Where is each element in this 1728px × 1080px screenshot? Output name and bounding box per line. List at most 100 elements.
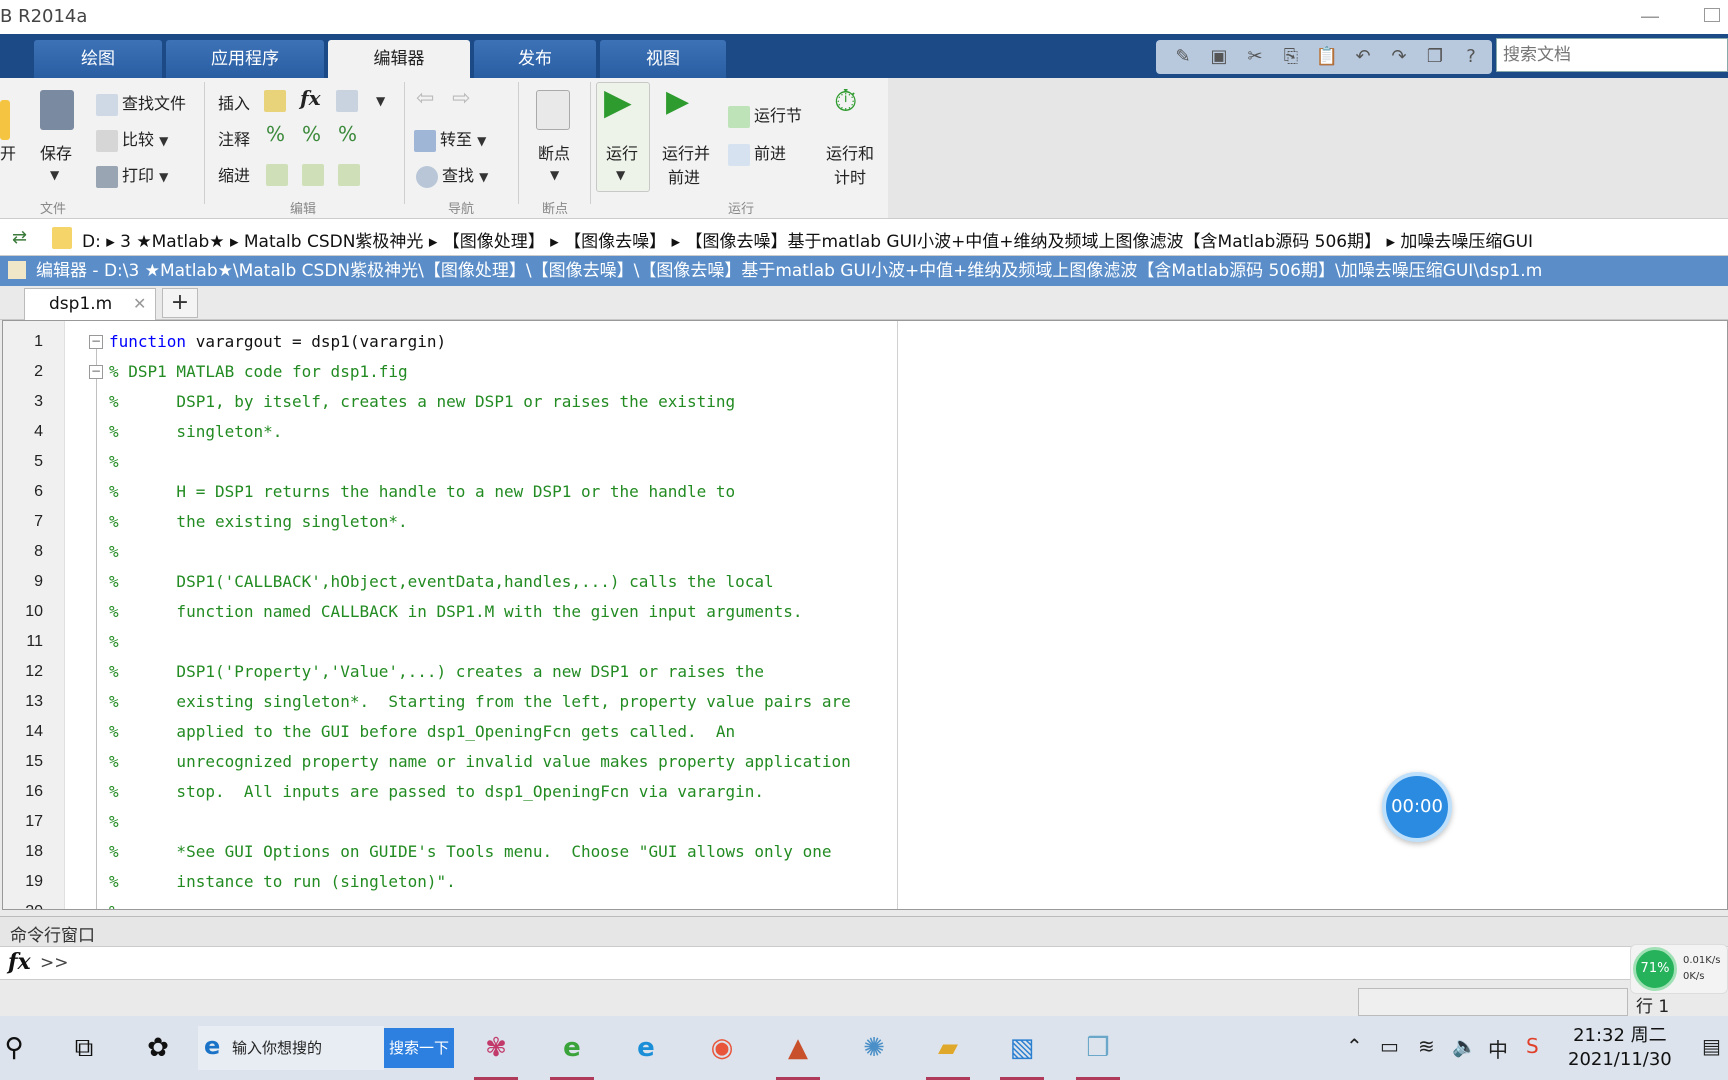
line-number[interactable]: 16 [3,777,43,807]
undo-icon[interactable]: ↶ [1350,44,1376,70]
battery-icon[interactable]: ▭ [1380,1034,1399,1058]
open-icon[interactable] [0,100,10,140]
insert-button[interactable]: 插入 [218,90,250,114]
code-line[interactable]: 4 % singleton*. [3,417,1727,447]
line-number[interactable]: 15 [3,747,43,777]
line-number[interactable]: 1 [3,327,43,357]
comment-percent-icon[interactable]: % [266,122,285,146]
code-line[interactable]: 17% [3,807,1727,837]
close-icon[interactable]: ✕ [133,294,146,313]
run-and-advance-button-line2[interactable]: 前进 [668,164,700,188]
clock[interactable]: 21:32 周二 2021/11/30 [1568,1024,1672,1072]
line-number[interactable]: 10 [3,597,43,627]
line-number[interactable]: 5 [3,447,43,477]
line-number[interactable]: 19 [3,867,43,897]
breakpoints-icon[interactable] [536,90,570,130]
minimize-button[interactable]: — [1640,4,1660,30]
code-editor[interactable]: 1 − function varargout = dsp1(varargin) 2 −%… [2,320,1728,910]
fx-icon[interactable]: fx [8,949,31,975]
switch-window-icon[interactable]: ❐ [1422,44,1448,70]
search-icon[interactable]: ⚲ [0,1028,34,1068]
uncomment-icon[interactable]: % [302,122,321,146]
tab-apps[interactable]: 应用程序 [166,40,324,78]
code-line[interactable]: 1 − function varargout = dsp1(varargin) [3,327,1727,357]
comment-button[interactable]: 注释 [218,126,250,150]
fx-icon[interactable]: fx [300,86,321,110]
help-icon[interactable]: ? [1458,44,1484,70]
network-monitor[interactable]: 71% 0.01K/s 0K/s [1630,944,1728,994]
maximize-button[interactable] [1704,8,1720,22]
code-line[interactable]: 15 % unrecognized property name or invali… [3,747,1727,777]
code-line[interactable]: 18 % *See GUI Options on GUIDE's Tools me… [3,837,1727,867]
run-and-advance-button-line1[interactable]: 运行并 [662,140,710,164]
color-browser-icon[interactable]: ◉ [702,1028,742,1068]
code-line[interactable]: 19 % instance to run (singleton)". [3,867,1727,897]
run-and-time-button-line2[interactable]: 计时 [834,164,866,188]
code-line[interactable]: 6 % H = DSP1 returns the handle to a new … [3,477,1727,507]
code-line[interactable]: 2 −% DSP1 MATLAB code for dsp1.fig [3,357,1727,387]
edge-icon[interactable]: e [626,1028,666,1068]
line-number[interactable]: 18 [3,837,43,867]
line-number[interactable]: 3 [3,387,43,417]
line-number[interactable]: 12 [3,657,43,687]
network-app-icon[interactable]: ✺ [854,1028,894,1068]
run-section-button[interactable]: 运行节 [728,102,802,128]
browser-e-icon[interactable]: e [552,1028,592,1068]
run-and-time-button-line1[interactable]: 运行和 [826,140,874,164]
tab-publish[interactable]: 发布 [474,40,596,78]
task-view-icon[interactable]: ⧉ [64,1028,104,1068]
line-number[interactable]: 9 [3,567,43,597]
breakpoints-button[interactable]: 断点 [538,140,570,164]
code-line[interactable]: 20% [3,897,1727,909]
decrease-indent-icon[interactable] [338,164,360,186]
run-dropdown-icon[interactable]: ▼ [616,168,625,182]
line-number[interactable]: 14 [3,717,43,747]
tab-plots[interactable]: 绘图 [34,40,162,78]
code-line[interactable]: 5% [3,447,1727,477]
smart-indent-icon[interactable] [266,164,288,186]
run-and-time-icon[interactable]: ⏱ [834,84,857,119]
matlab-icon[interactable]: ▲ [778,1028,818,1068]
new-icon[interactable]: ✎ [1170,44,1196,70]
insert-dropdown-icon[interactable]: ▼ [376,94,385,108]
back-arrow-icon[interactable]: ⇦ [416,86,434,111]
line-number[interactable]: 6 [3,477,43,507]
code-line[interactable]: 8% [3,537,1727,567]
tab-view[interactable]: 视图 [600,40,726,78]
tab-editor[interactable]: 编辑器 [328,40,470,78]
code-line[interactable]: 13 % existing singleton*. Starting from t… [3,687,1727,717]
copy-icon[interactable]: ⎘ [1278,44,1304,70]
save-button[interactable]: 保存 [40,140,72,164]
line-number[interactable]: 11 [3,627,43,657]
line-number[interactable]: 13 [3,687,43,717]
forward-arrow-icon[interactable]: ⇨ [452,86,470,111]
save-dropdown-icon[interactable]: ▼ [50,168,59,182]
increase-indent-icon[interactable] [302,164,324,186]
run-icon[interactable]: ▶ [604,82,632,123]
notification-icon[interactable]: ▤ [1702,1034,1721,1058]
code-line[interactable]: 3 % DSP1, by itself, creates a new DSP1 o… [3,387,1727,417]
line-number[interactable]: 4 [3,417,43,447]
volume-muted-icon[interactable]: 🔈 [1452,1034,1477,1058]
run-and-advance-icon[interactable]: ▶ [666,84,689,119]
code-line[interactable]: 7 % the existing singleton*. [3,507,1727,537]
command-window[interactable]: fx >> [0,946,1728,980]
wifi-icon[interactable]: ≋ [1418,1034,1435,1058]
tab-dsp1[interactable]: dsp1.m ✕ [24,288,156,320]
photos-icon[interactable]: ▧ [1002,1028,1042,1068]
insert-section-icon[interactable] [264,90,286,112]
paint-app-icon[interactable]: ✾ [476,1028,516,1068]
run-button[interactable]: 运行 [606,140,638,164]
goto-button[interactable]: 转至 ▼ [414,126,486,152]
recording-timer[interactable]: 00:00 [1382,772,1452,842]
wrap-comment-icon[interactable]: % [338,122,357,146]
code-line[interactable]: 12 % DSP1('Property','Value',...) creates… [3,657,1727,687]
line-number[interactable]: 17 [3,807,43,837]
taskbar-search-box[interactable]: e 输入你想搜的 [198,1026,384,1070]
taskbar-search-button[interactable]: 搜索一下 [384,1028,454,1068]
line-number[interactable]: 8 [3,537,43,567]
browse-folder-icon[interactable]: ⇄ [12,227,27,248]
compare-button[interactable]: 比较 ▼ [96,126,168,152]
redo-icon[interactable]: ↷ [1386,44,1412,70]
line-number[interactable]: 20 [3,897,43,909]
